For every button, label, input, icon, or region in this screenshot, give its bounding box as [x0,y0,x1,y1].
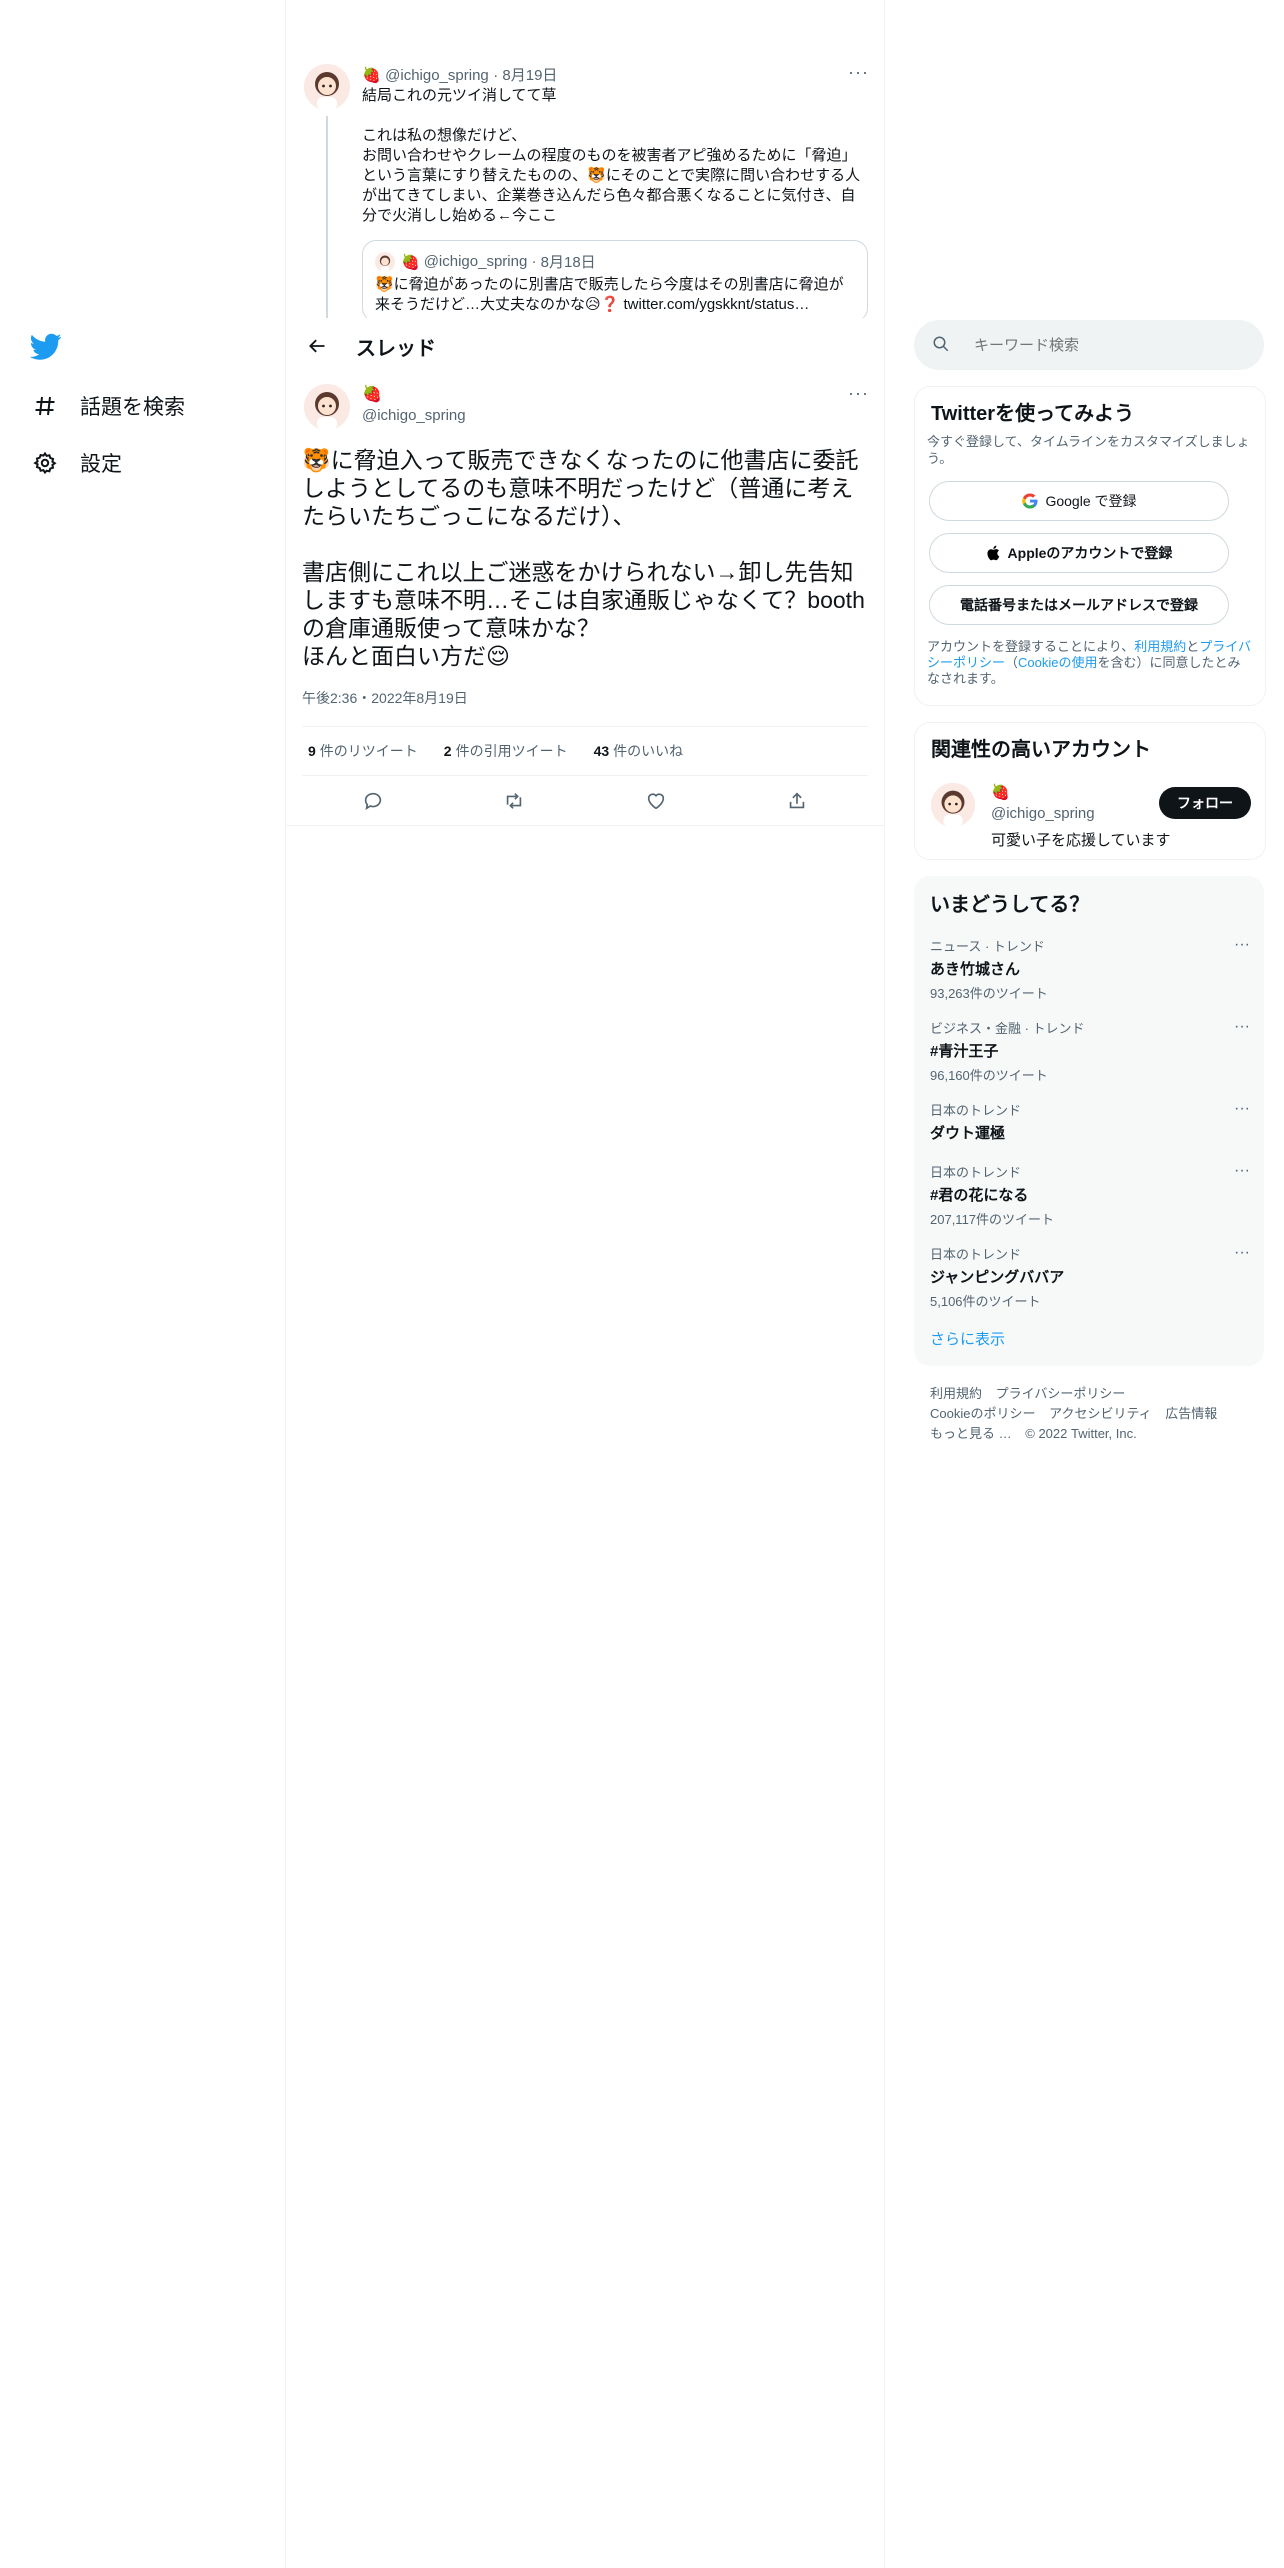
nav-explore-label: 話題を検索 [80,396,185,419]
cookie-link[interactable]: Cookieの使用 [1018,655,1097,670]
more-icon[interactable]: ··· [1234,1162,1250,1180]
arrow-left-icon[interactable] [300,329,334,363]
page-title: スレッド [356,337,436,360]
avatar[interactable] [304,64,350,110]
nav-settings-label: 設定 [80,453,122,476]
google-icon [1021,492,1039,510]
like-icon[interactable] [638,783,674,819]
trends-title: いまどうしてる？ [930,894,1090,916]
handle[interactable]: @ichigo_spring [362,407,466,424]
footer-link[interactable]: Cookieのポリシー [930,1406,1035,1421]
tweet-date[interactable]: 8月19日 [502,67,557,84]
trends-card: いまどうしてる？ ニュース · トレンド あき竹城さん 93,263件のツイート… [914,876,1264,1366]
tweet-timestamp[interactable]: 午後2:36・2022年8月19日 [302,688,468,708]
search-bar[interactable] [914,320,1264,370]
more-icon[interactable]: ··· [1234,1100,1250,1118]
more-icon[interactable]: ··· [1234,936,1250,954]
signup-card: Twitterを使ってみよう 今すぐ登録して、タイムラインをカスタマイズしましょ… [914,386,1266,706]
hashtag-icon [30,391,60,421]
avatar[interactable] [931,783,975,827]
nav-explore[interactable]: 話題を検索 [30,391,185,421]
handle[interactable]: @ichigo_spring [385,67,489,84]
trend-item[interactable]: 日本のトレンド ダウト運極 ··· [930,1100,1250,1143]
share-icon[interactable] [779,783,815,819]
more-icon[interactable]: ··· [848,62,869,83]
terms-link[interactable]: 利用規約 [1134,639,1186,654]
apple-signup-label: Appleのアカウントで登録 [1007,545,1173,561]
retweet-count[interactable]: 9 件のリツイート [308,741,418,761]
quoted-tweet[interactable]: 🍓 @ichigo_spring · 8月18日 🐯に脅迫があったのに別書店で販… [362,240,868,322]
quoted-text: 🐯に脅迫があったのに別書店で販売したら今度はその別書店に脅迫が来そうだけど…大丈… [375,276,844,313]
footer-link[interactable]: アクセシビリティ [1049,1406,1152,1421]
footer-link[interactable]: 利用規約 [930,1386,982,1401]
apple-signup-button[interactable]: Appleのアカウントで登録 [929,533,1229,573]
signup-title: Twitterを使ってみよう [931,403,1135,425]
trend-item[interactable]: ビジネス・金融 · トレンド #青汁王子 96,160件のツイート ··· [930,1018,1250,1084]
avatar[interactable] [304,384,350,430]
tweet-header: 🍓 @ichigo_spring · 8月19日 [362,67,558,84]
thread-line [326,116,328,320]
display-name-emoji[interactable]: 🍓 [362,384,382,404]
tweet-date: 8月18日 [540,254,596,271]
copyright: © 2022 Twitter, Inc. [1025,1426,1137,1441]
related-accounts-card: 関連性の高いアカウント 🍓 @ichigo_spring 可愛い子を応援していま… [914,722,1266,860]
left-divider [285,0,286,2568]
trend-item[interactable]: ニュース · トレンド あき竹城さん 93,263件のツイート ··· [930,936,1250,1002]
display-name-emoji: 🍓 [401,253,420,271]
more-icon[interactable]: ··· [1234,1018,1250,1036]
footer-link[interactable]: プライバシーポリシー [996,1386,1126,1401]
more-icon[interactable]: ··· [1234,1244,1250,1262]
show-more-link[interactable]: さらに表示 [930,1328,1005,1349]
divider [286,825,884,826]
tweet-text: 🐯に脅迫入って販売できなくなったのに他書店に委託しようとしてるのも意味不明だった… [302,447,865,669]
google-signup-label: Google で登録 [1045,493,1137,509]
handle: @ichigo_spring [423,253,528,270]
signup-terms: アカウントを登録することにより、利用規約とプライバシーポリシー（Cookieの使… [927,639,1252,686]
display-name-emoji[interactable]: 🍓 [991,783,1010,801]
nav-settings[interactable]: 設定 [30,448,122,478]
thread-header: スレッド [286,318,884,374]
phone-email-signup-button[interactable]: 電話番号またはメールアドレスで登録 [929,585,1229,625]
search-icon [932,335,952,355]
like-count[interactable]: 43 件のいいね [594,741,684,761]
right-divider [884,0,885,2568]
follow-button[interactable]: フォロー [1159,787,1251,819]
footer-link[interactable]: もっと見る … [930,1426,1012,1441]
display-name-emoji: 🍓 [362,67,381,84]
trend-item[interactable]: 日本のトレンド #君の花になる 207,117件のツイート ··· [930,1162,1250,1228]
tweet-actions [302,780,868,822]
trend-item[interactable]: 日本のトレンド ジャンピングババア 5,106件のツイート ··· [930,1244,1250,1310]
footer-link[interactable]: 広告情報 [1165,1406,1217,1421]
handle[interactable]: @ichigo_spring [991,805,1095,822]
twitter-bird-icon[interactable] [29,330,64,364]
quote-count[interactable]: 2 件の引用ツイート [444,741,568,761]
phone-signup-label: 電話番号またはメールアドレスで登録 [960,597,1198,613]
related-title: 関連性の高いアカウント [931,739,1151,761]
search-input[interactable] [972,335,1246,355]
reply-icon[interactable] [355,783,391,819]
apple-icon [986,544,1002,562]
signup-subtitle: 今すぐ登録して、タイムラインをカスタマイズしましょう。 [927,434,1250,466]
gear-icon [30,448,60,478]
tweet-stats: 9 件のリツイート 2 件の引用ツイート 43 件のいいね [302,726,868,776]
account-bio: 可愛い子を応援しています [991,832,1171,849]
avatar [375,251,395,272]
google-signup-button[interactable]: Google で登録 [929,481,1229,521]
more-icon[interactable]: ··· [848,383,869,404]
footer: 利用規約 プライバシーポリシー Cookieのポリシー アクセシビリティ 広告情… [930,1384,1250,1444]
retweet-icon[interactable] [496,783,532,819]
tweet-text: 結局これの元ツイ消してて草 これは私の想像だけど、 お問い合わせやクレームの程度… [362,87,861,224]
